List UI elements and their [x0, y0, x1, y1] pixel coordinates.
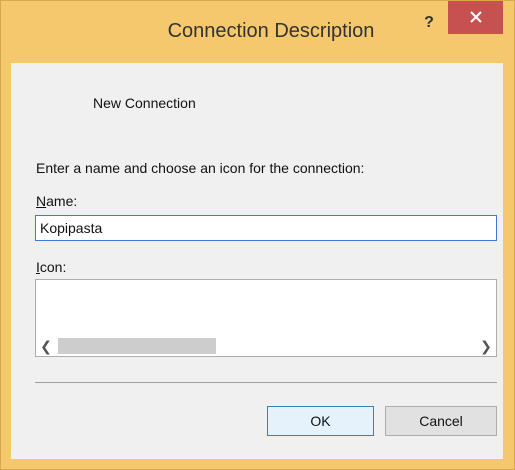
dialog-body: New Connection Enter a name and choose a…	[11, 63, 503, 459]
icon-label-rest: con:	[39, 259, 67, 275]
name-label-rest: ame:	[46, 193, 78, 209]
icon-label: Icon:	[36, 259, 66, 275]
chevron-right-icon[interactable]: ❯	[476, 336, 496, 356]
dialog-window: Connection Description ? New Connection …	[0, 0, 515, 470]
divider	[35, 382, 497, 383]
name-access-key: N	[36, 193, 47, 209]
close-button[interactable]	[448, 1, 503, 34]
name-input[interactable]	[35, 215, 497, 241]
icon-list[interactable]: ❮ ❯	[35, 279, 497, 357]
instructions-text: Enter a name and choose an icon for the …	[36, 160, 365, 176]
chevron-left-icon[interactable]: ❮	[36, 336, 56, 356]
horizontal-scrollbar[interactable]: ❮ ❯	[36, 336, 496, 356]
help-button[interactable]: ?	[411, 11, 447, 35]
connection-name: New Connection	[93, 95, 196, 111]
title-bar[interactable]: Connection Description ?	[1, 1, 514, 63]
ok-button[interactable]: OK	[267, 406, 374, 436]
scrollbar-thumb[interactable]	[58, 338, 216, 354]
name-label: Name:	[36, 193, 77, 209]
close-icon	[469, 11, 482, 23]
cancel-button[interactable]: Cancel	[385, 406, 497, 436]
